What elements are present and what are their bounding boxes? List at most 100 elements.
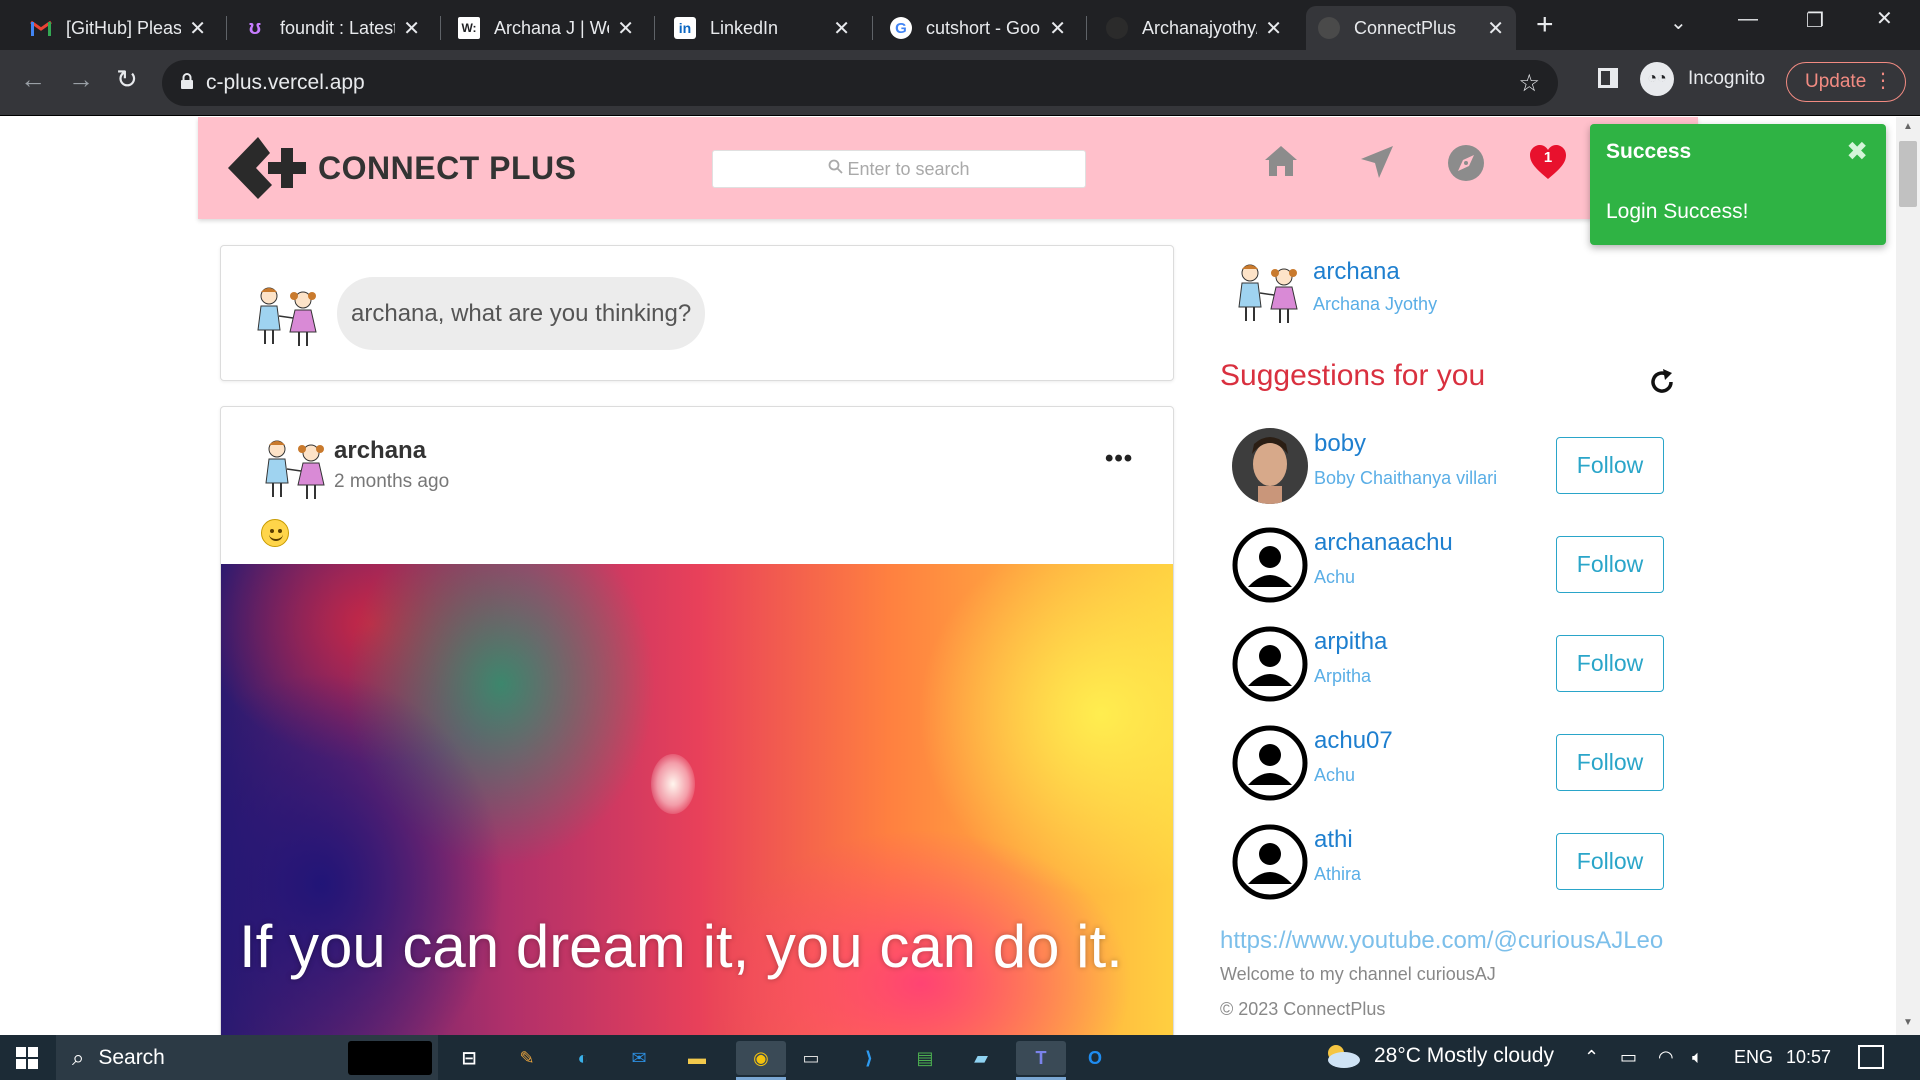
follow-button[interactable]: Follow <box>1556 734 1664 791</box>
file-explorer-icon[interactable]: ▬ <box>680 1041 714 1075</box>
tab-search-chevron-icon[interactable]: ⌄ <box>1670 10 1687 35</box>
whats-on-your-mind-input[interactable]: archana, what are you thinking? <box>337 277 706 350</box>
terminal-icon[interactable]: ▭ <box>794 1041 828 1075</box>
send-icon[interactable] <box>1358 143 1396 181</box>
close-icon[interactable]: ✕ <box>403 16 420 41</box>
search-icon: ⌕ <box>72 1044 85 1070</box>
minimize-button[interactable]: — <box>1738 8 1758 31</box>
back-button[interactable]: ← <box>20 64 46 94</box>
channel-description: Welcome to my channel curiousAJ <box>1220 964 1496 984</box>
browser-toolbar: ← → ↻ c-plus.vercel.app ☆ ◔◔ Incognito U… <box>0 50 1920 116</box>
incognito-indicator[interactable]: ◔◔ Incognito <box>1640 62 1765 96</box>
post-author-username[interactable]: archana <box>334 437 426 465</box>
default-avatar-icon[interactable] <box>1232 824 1308 900</box>
language-indicator[interactable]: ENG <box>1734 1047 1773 1068</box>
suggestion-username[interactable]: boby <box>1314 430 1366 458</box>
chrome-icon[interactable]: ◉ <box>736 1041 786 1075</box>
default-avatar-icon[interactable] <box>1232 527 1308 603</box>
new-tab-button[interactable]: + <box>1536 10 1554 40</box>
suggestion-item: athi Athira Follow <box>1232 824 1692 904</box>
spreadsheet-icon[interactable]: ▤ <box>908 1041 942 1075</box>
page-viewport: CONNECT PLUS Enter to search 1 Success ✖… <box>0 117 1920 1035</box>
tab-title: foundit : Latest <box>280 17 396 38</box>
window-close-button[interactable]: ✕ <box>1876 6 1893 31</box>
windows-start-icon[interactable] <box>16 1047 38 1069</box>
reload-button[interactable]: ↻ <box>116 64 138 94</box>
page-icon <box>1318 17 1340 39</box>
mail-icon[interactable]: ✉ <box>622 1041 656 1075</box>
default-avatar-icon[interactable] <box>1232 626 1308 702</box>
toast-close-icon[interactable]: ✖ <box>1846 136 1868 167</box>
scrollbar-thumb[interactable] <box>1899 141 1917 207</box>
suggestion-item: achu07 Achu Follow <box>1232 725 1692 805</box>
browser-tab[interactable]: in LinkedIn ✕ <box>662 6 862 50</box>
suggestion-avatar-photo[interactable] <box>1232 428 1308 504</box>
taskbar-search-box[interactable]: ⌕ Search <box>56 1035 438 1080</box>
search-placeholder: Enter to search <box>847 158 970 179</box>
update-button[interactable]: Update ⋮ <box>1786 62 1906 102</box>
close-icon[interactable]: ✕ <box>189 16 206 41</box>
volume-icon[interactable]: 🔈︎ <box>1692 1047 1703 1068</box>
vscode-icon[interactable]: ⟩ <box>852 1041 886 1075</box>
restore-button[interactable]: ❐ <box>1806 8 1824 33</box>
browser-tab[interactable]: [GitHub] Please ✕ <box>18 6 218 50</box>
page-scrollbar[interactable]: ▲ ▼ <box>1896 117 1920 1035</box>
teams-icon[interactable]: T <box>1016 1041 1066 1075</box>
compass-icon[interactable] <box>1446 143 1486 183</box>
tab-title: Archanajyothy/ <box>1142 17 1258 38</box>
post-options-icon[interactable]: ••• <box>1105 445 1133 473</box>
search-input[interactable]: Enter to search <box>712 150 1086 188</box>
weather-widget[interactable]: 28°C Mostly cloudy <box>1322 1043 1554 1069</box>
tray-chevron-icon[interactable]: ⌃ <box>1584 1047 1599 1068</box>
suggestion-item: boby Boby Chaithanya villari Follow <box>1232 428 1692 508</box>
forward-button[interactable]: → <box>68 64 94 94</box>
logo[interactable]: CONNECT PLUS <box>222 131 576 205</box>
browser-tab[interactable]: ʊ foundit : Latest ✕ <box>232 6 432 50</box>
browser-tab-active[interactable]: ConnectPlus ✕ <box>1306 6 1516 50</box>
browser-tab[interactable]: Archanajyothy/ ✕ <box>1094 6 1294 50</box>
follow-button[interactable]: Follow <box>1556 635 1664 692</box>
taskbar-clock[interactable]: 10:57 <box>1786 1047 1831 1068</box>
suggestion-username[interactable]: archanaachu <box>1314 529 1453 557</box>
close-icon[interactable]: ✕ <box>1487 16 1504 41</box>
tab-title: cutshort - Goo <box>926 17 1041 38</box>
battery-icon[interactable]: ▭ <box>1620 1047 1637 1068</box>
scroll-down-arrow-icon[interactable]: ▼ <box>1903 1017 1913 1028</box>
current-user-username[interactable]: archana <box>1313 258 1400 286</box>
notes-icon[interactable]: ▰ <box>964 1041 998 1075</box>
suggestion-username[interactable]: achu07 <box>1314 727 1393 755</box>
task-view-icon[interactable]: ⊟ <box>452 1041 486 1075</box>
edge-icon[interactable]: ◐ <box>566 1041 600 1075</box>
youtube-channel-link[interactable]: https://www.youtube.com/@curiousAJLeo <box>1220 927 1663 955</box>
weather-text: 28°C Mostly cloudy <box>1374 1044 1554 1067</box>
wifi-icon[interactable]: ◠ <box>1658 1047 1674 1068</box>
close-icon[interactable]: ✕ <box>1049 16 1066 41</box>
notification-center-icon[interactable] <box>1858 1045 1884 1069</box>
paint-icon[interactable]: ✎ <box>510 1041 544 1075</box>
notifications-button[interactable]: 1 <box>1528 143 1568 183</box>
follow-button[interactable]: Follow <box>1556 536 1664 593</box>
tab-separator <box>872 16 873 40</box>
suggestion-username[interactable]: athi <box>1314 826 1353 854</box>
follow-button[interactable]: Follow <box>1556 437 1664 494</box>
side-panel-icon[interactable] <box>1598 68 1618 88</box>
foundit-icon: ʊ <box>248 16 262 39</box>
home-icon[interactable] <box>1262 143 1300 179</box>
close-icon[interactable]: ✕ <box>1265 16 1282 41</box>
refresh-icon[interactable] <box>1647 367 1677 397</box>
bookmark-star-icon[interactable]: ☆ <box>1518 69 1540 98</box>
suggestion-item: archanaachu Achu Follow <box>1232 527 1692 607</box>
suggestions-heading: Suggestions for you <box>1220 359 1486 392</box>
close-icon[interactable]: ✕ <box>833 16 850 41</box>
scroll-up-arrow-icon[interactable]: ▲ <box>1903 121 1913 132</box>
follow-button[interactable]: Follow <box>1556 833 1664 890</box>
close-icon[interactable]: ✕ <box>617 16 634 41</box>
default-avatar-icon[interactable] <box>1232 725 1308 801</box>
browser-tab[interactable]: G cutshort - Goo ✕ <box>878 6 1078 50</box>
suggestion-username[interactable]: arpitha <box>1314 628 1387 656</box>
search-highlight-image <box>348 1041 432 1075</box>
address-bar[interactable]: c-plus.vercel.app ☆ <box>162 60 1558 106</box>
outlook-icon[interactable]: O <box>1078 1041 1112 1075</box>
search-icon <box>828 159 844 179</box>
browser-tab[interactable]: W: Archana J | We ✕ <box>446 6 646 50</box>
